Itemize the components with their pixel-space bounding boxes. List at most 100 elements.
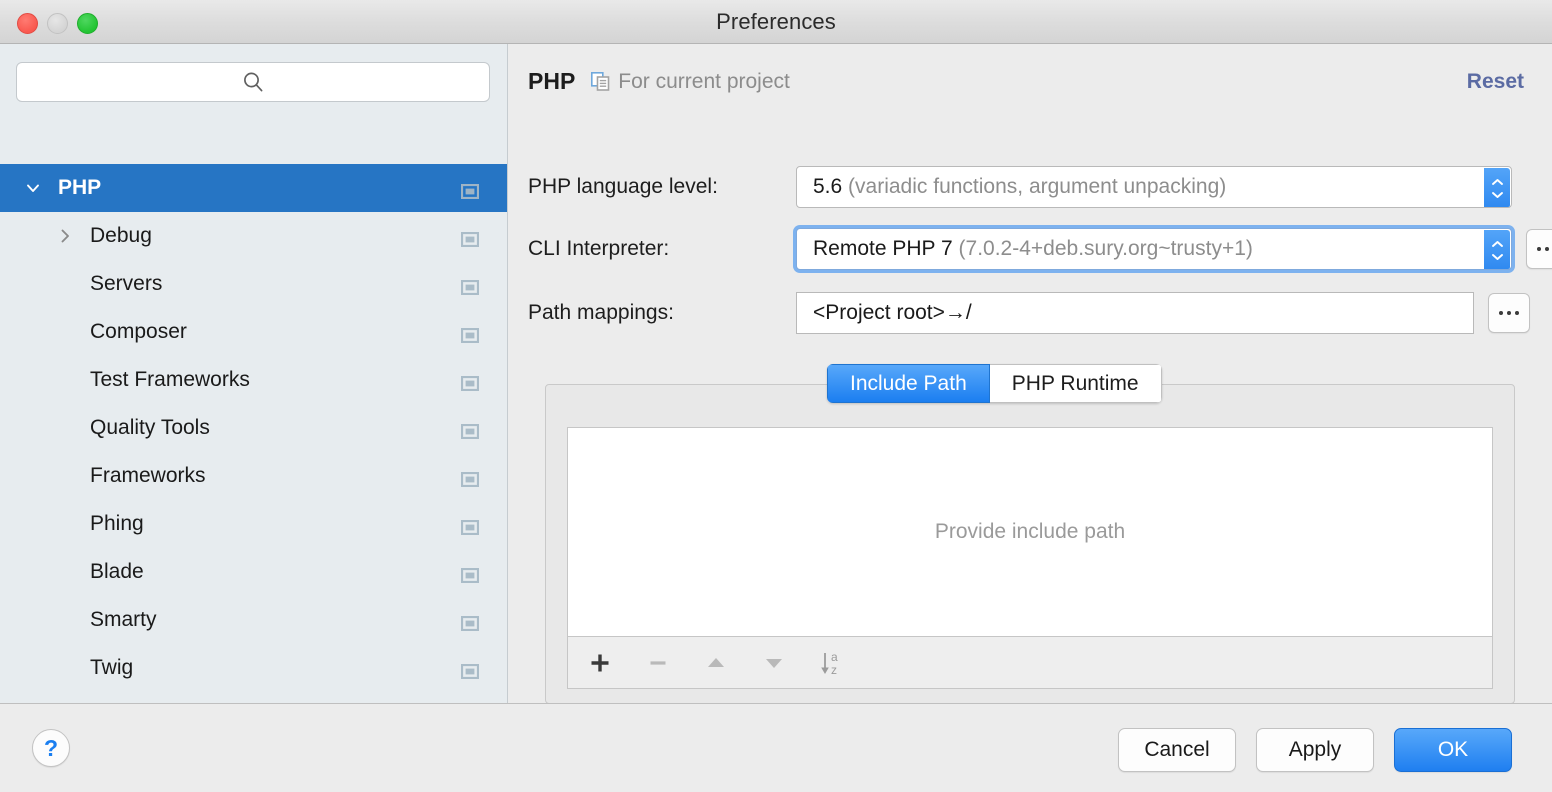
apply-button[interactable]: Apply — [1256, 728, 1374, 772]
tab-include-path[interactable]: Include Path — [827, 364, 990, 403]
svg-text:a: a — [831, 650, 838, 664]
ellipsis-icon — [1545, 247, 1549, 251]
settings-tree: PHP Debug Servers Composer Test Frameworks Qu… — [0, 164, 507, 703]
sidebar-item-label: Servers — [90, 272, 163, 295]
sidebar-item-twig[interactable]: Twig — [0, 644, 507, 692]
php-language-level-combobox[interactable]: 5.6 (variadic functions, argument unpack… — [796, 166, 1512, 208]
window-title: Preferences — [716, 9, 836, 34]
empty-list-message: Provide include path — [934, 520, 1126, 543]
sort-button[interactable]: a z — [814, 645, 850, 681]
project-scope-icon — [460, 519, 480, 535]
cli-interpreter-row: CLI Interpreter: Remote PHP 7 (7.0.2-4+d… — [528, 228, 1552, 270]
cli-interpreter-combobox[interactable]: Remote PHP 7 (7.0.2-4+deb.sury.org~trust… — [796, 228, 1512, 270]
project-scope-icon-wrapper — [460, 517, 480, 535]
search-input[interactable] — [16, 62, 490, 102]
plus-icon — [591, 654, 609, 671]
sidebar-item-quality-tools[interactable]: Quality Tools — [0, 404, 507, 452]
dialog-footer: ? Cancel Apply OK — [0, 704, 1552, 792]
chevron-down-icon[interactable] — [25, 180, 41, 196]
chevron-down-icon — [1491, 253, 1503, 260]
project-scope-icon — [460, 615, 480, 631]
sidebar-item-test-frameworks[interactable]: Test Frameworks — [0, 356, 507, 404]
sidebar-item-composer[interactable]: Composer — [0, 308, 507, 356]
project-scope-icon — [591, 72, 610, 91]
help-button[interactable]: ? — [32, 729, 70, 767]
sidebar-item-label: Twig — [90, 656, 134, 679]
tree-twisty[interactable] — [20, 175, 46, 201]
project-scope-icon-wrapper — [460, 421, 480, 439]
chevron-up-icon — [1491, 178, 1503, 185]
ok-button[interactable]: OK — [1394, 728, 1512, 772]
svg-text:z: z — [831, 663, 837, 677]
title-bar: Preferences — [0, 0, 1552, 44]
project-scope-icon — [460, 231, 480, 247]
sidebar-item-label: Phing — [90, 512, 144, 535]
php-language-level-value: 5.6 (variadic functions, argument unpack… — [813, 175, 1227, 198]
arrow-down-icon — [766, 658, 782, 668]
sidebar-item-frameworks[interactable]: Frameworks — [0, 452, 507, 500]
cancel-button[interactable]: Cancel — [1118, 728, 1236, 772]
sidebar-item-smarty[interactable]: Smarty — [0, 596, 507, 644]
chevron-down-icon — [1491, 191, 1503, 198]
page-title: PHP — [528, 68, 576, 94]
project-scope-icon — [460, 183, 480, 199]
chevron-right-icon[interactable] — [57, 228, 73, 244]
project-scope-icon-wrapper — [460, 181, 480, 199]
sidebar-item-label: Blade — [90, 560, 144, 583]
path-mappings-row: Path mappings: <Project root>→/ — [528, 292, 1530, 334]
project-scope-icon — [460, 279, 480, 295]
sidebar-item-label: Test Frameworks — [90, 368, 250, 391]
search-field-wrapper — [16, 62, 490, 102]
sidebar-item-label: PHP — [58, 176, 102, 199]
scope-label: For current project — [618, 69, 790, 93]
reset-link[interactable]: Reset — [1467, 70, 1524, 94]
preferences-window: Preferences PHP Debug Servers Composer Test … — [0, 0, 1552, 792]
minus-icon — [650, 660, 666, 665]
add-button[interactable] — [582, 645, 618, 681]
sidebar-item-label: Debug — [90, 224, 152, 247]
php-language-level-label: PHP language level: — [528, 175, 718, 198]
project-scope-icon-wrapper — [460, 229, 480, 247]
ellipsis-icon — [1537, 247, 1541, 251]
sidebar-item-appearance-behavior[interactable]: Appearance & Behavior — [0, 692, 507, 703]
php-language-level-row: PHP language level: 5.6 (variadic functi… — [528, 166, 1512, 208]
cli-interpreter-stepper[interactable] — [1484, 230, 1510, 269]
settings-sidebar: PHP Debug Servers Composer Test Frameworks Qu… — [0, 44, 508, 703]
project-scope-icon — [460, 471, 480, 487]
cli-interpreter-label: CLI Interpreter: — [528, 237, 670, 260]
move-up-button[interactable] — [698, 645, 734, 681]
ellipsis-icon — [1499, 311, 1503, 315]
sidebar-item-blade[interactable]: Blade — [0, 548, 507, 596]
sidebar-item-php[interactable]: PHP — [0, 164, 507, 212]
settings-content-pane: PHP For current project Reset PHP langua… — [509, 44, 1552, 704]
sidebar-item-label: Smarty — [90, 608, 157, 631]
ellipsis-icon — [1515, 311, 1519, 315]
project-scope-icon-wrapper — [460, 277, 480, 295]
project-scope-icon — [460, 423, 480, 439]
tab-php-runtime[interactable]: PHP Runtime — [989, 364, 1162, 403]
sidebar-item-phing[interactable]: Phing — [0, 500, 507, 548]
remove-button[interactable] — [640, 645, 676, 681]
cli-interpreter-browse-button[interactable] — [1526, 229, 1552, 269]
project-scope-icon — [460, 663, 480, 679]
sidebar-item-servers[interactable]: Servers — [0, 260, 507, 308]
include-path-panel: Provide include path a z — [545, 384, 1515, 704]
project-scope-icon — [460, 567, 480, 583]
project-scope-icon-wrapper — [460, 373, 480, 391]
settings-tabs: Include Path PHP Runtime — [827, 364, 1162, 403]
project-scope-icon-wrapper — [460, 661, 480, 679]
include-path-list[interactable]: Provide include path — [567, 427, 1493, 637]
project-scope-icon-wrapper — [460, 565, 480, 583]
sort-az-icon: a z — [821, 650, 838, 677]
project-scope-icon — [460, 375, 480, 391]
path-mappings-browse-button[interactable] — [1488, 293, 1530, 333]
path-mappings-field[interactable]: <Project root>→/ — [796, 292, 1474, 334]
sidebar-item-debug[interactable]: Debug — [0, 212, 507, 260]
cli-interpreter-value: Remote PHP 7 (7.0.2-4+deb.sury.org~trust… — [813, 237, 1253, 260]
php-language-level-stepper[interactable] — [1484, 168, 1510, 207]
chevron-up-icon — [1491, 240, 1503, 247]
sidebar-item-label: Composer — [90, 320, 187, 343]
move-down-button[interactable] — [756, 645, 792, 681]
tree-twisty[interactable] — [52, 223, 78, 249]
page-header: PHP For current project — [528, 68, 790, 95]
